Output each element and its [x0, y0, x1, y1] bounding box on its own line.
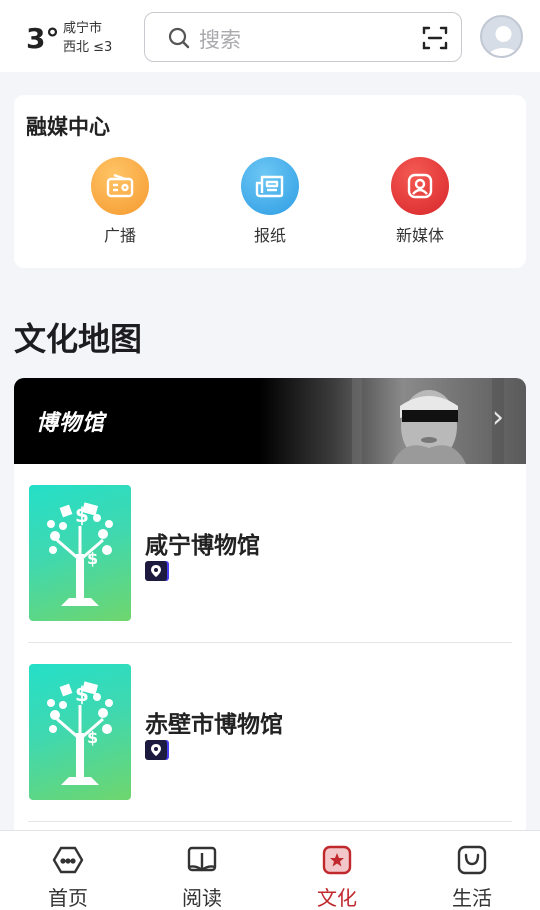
chevron-right-icon[interactable]: › [492, 400, 504, 435]
nav-label: 生活 [452, 886, 492, 910]
museum-list-item[interactable]: $ $ 赤壁市博物馆 [28, 643, 512, 822]
weather-wind: 西北 ≤3 [63, 40, 113, 55]
museum-banner[interactable]: 博物馆 › [14, 378, 526, 464]
media-item-newspaper[interactable]: 报纸 [220, 157, 320, 246]
culture-star-icon [292, 843, 382, 877]
nav-label: 阅读 [182, 886, 222, 910]
money-tree-icon: $ $ [47, 681, 113, 785]
nav-label: 文化 [317, 886, 357, 910]
nav-label: 首页 [48, 886, 88, 910]
top-header: 3° 咸宁市 西北 ≤3 搜索 [0, 0, 540, 72]
nav-item-reading[interactable]: 阅读 [157, 843, 247, 910]
media-item-label: 新媒体 [395, 226, 444, 245]
weather-temperature[interactable]: 3° [26, 22, 59, 55]
weather-city: 咸宁市 [63, 21, 103, 36]
search-input[interactable]: 搜索 [199, 24, 241, 54]
location-pin-icon[interactable] [145, 561, 167, 581]
radio-icon [91, 157, 149, 215]
location-pin-icon[interactable] [145, 740, 167, 760]
media-item-new-media[interactable]: 新媒体 [370, 157, 470, 246]
museum-list-item[interactable]: $ $ 咸宁博物馆 [28, 464, 512, 643]
culture-map-title: 文化地图 [14, 320, 143, 358]
newspaper-icon [241, 157, 299, 215]
bottom-nav: 首页 阅读 文化 生活 [0, 830, 540, 910]
bag-icon [427, 843, 517, 877]
new-media-icon [391, 157, 449, 215]
book-icon [157, 843, 247, 877]
media-center-card: 融媒中心 广播 报纸 新媒体 [14, 95, 526, 268]
museum-list-card: 博物馆 › $ $ 咸宁博物馆 $ $ 赤壁市博物馆 [14, 378, 526, 838]
home-icon [23, 843, 113, 877]
svg-text:$: $ [87, 728, 98, 747]
media-item-label: 广播 [103, 226, 136, 245]
museum-thumbnail: $ $ [29, 664, 131, 800]
media-item-label: 报纸 [253, 226, 286, 245]
money-tree-icon: $ $ [47, 502, 113, 606]
svg-text:$: $ [87, 549, 98, 568]
museum-thumbnail: $ $ [29, 485, 131, 621]
weather-location[interactable]: 咸宁市 西北 ≤3 [63, 19, 112, 57]
nav-item-life[interactable]: 生活 [427, 843, 517, 910]
banner-title: 博物馆 [36, 411, 106, 436]
nav-item-culture[interactable]: 文化 [292, 843, 382, 910]
media-center-title: 融媒中心 [26, 115, 110, 139]
scan-icon[interactable] [422, 25, 448, 55]
museum-name: 赤壁市博物馆 [145, 712, 283, 738]
user-avatar[interactable] [480, 15, 523, 58]
nav-item-home[interactable]: 首页 [23, 843, 113, 910]
search-icon [167, 26, 191, 54]
search-bar[interactable]: 搜索 [144, 12, 462, 62]
media-item-radio[interactable]: 广播 [70, 157, 170, 246]
museum-name: 咸宁博物馆 [145, 533, 260, 559]
